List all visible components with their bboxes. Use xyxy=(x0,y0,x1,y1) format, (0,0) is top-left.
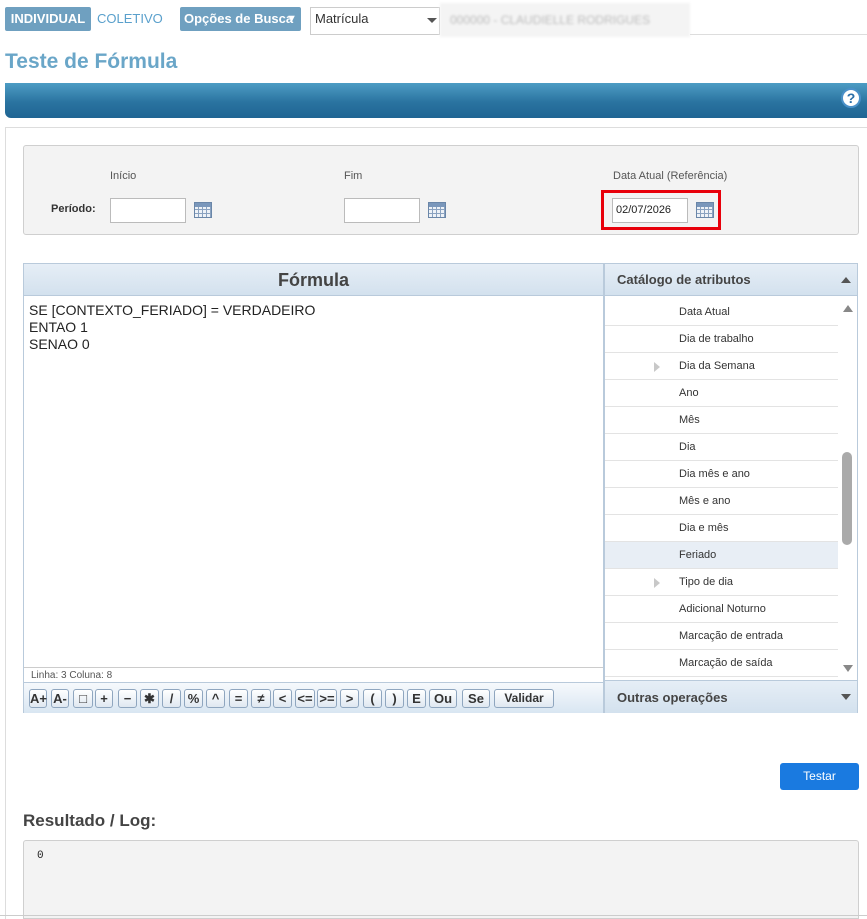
catalog-item[interactable]: Feriado xyxy=(605,542,838,569)
formula-panel: Fórmula SE [CONTEXTO_FERIADO] = VERDADEI… xyxy=(23,263,604,713)
catalog-item-label: Dia e mês xyxy=(679,522,729,534)
toolbar-button-2[interactable]: □ xyxy=(73,689,93,708)
calendar-icon[interactable] xyxy=(428,202,446,218)
search-options-label: Opções de Busca xyxy=(184,11,294,26)
toolbar-button-0[interactable]: A+ xyxy=(29,689,47,708)
catalog-item-label: Data Atual xyxy=(679,306,730,318)
catalog-item-label: Tipo de dia xyxy=(679,576,734,588)
toolbar-button-10[interactable]: ≠ xyxy=(251,689,271,708)
catalog-item[interactable]: Marcação de entrada xyxy=(605,623,838,650)
end-label: Fim xyxy=(344,170,363,182)
catalog-item-label: Marcação de saída xyxy=(679,657,773,669)
toolbar-button-4[interactable]: − xyxy=(118,689,137,708)
toolbar-button-16[interactable]: ) xyxy=(385,689,404,708)
attribute-list: Data Atual Dia de trabalho Dia da Semana An… xyxy=(605,299,838,679)
catalog-header[interactable]: Catálogo de atributos xyxy=(605,264,857,296)
page-title: Teste de Fórmula xyxy=(5,50,178,73)
other-operations-title: Outras operações xyxy=(617,690,728,705)
top-bar: INDIVIDUAL COLETIVO Opções de Busca ▼ Ma… xyxy=(0,0,867,40)
search-options-button[interactable]: Opções de Busca ▼ xyxy=(180,7,301,31)
result-log: 0 xyxy=(23,840,859,919)
expand-arrow-icon[interactable] xyxy=(654,578,660,588)
period-section: Início Fim Data Atual (Referência) Perío… xyxy=(23,145,859,235)
collapse-icon xyxy=(841,277,851,283)
start-label: Início xyxy=(110,170,137,182)
toolbar-button-19[interactable]: Se xyxy=(462,689,490,708)
catalog-item[interactable]: Adicional Noturno xyxy=(605,596,838,623)
formula-title: Fórmula xyxy=(24,264,603,296)
toolbar-button-14[interactable]: > xyxy=(340,689,359,708)
calendar-icon[interactable] xyxy=(194,202,212,218)
catalog-item-label: Dia xyxy=(679,441,696,453)
catalog-item-label: Ano xyxy=(679,387,699,399)
toolbar-button-9[interactable]: = xyxy=(229,689,248,708)
tab-coletivo[interactable]: COLETIVO xyxy=(97,7,165,31)
catalog-item[interactable]: Ano xyxy=(605,380,838,407)
catalog-item[interactable]: Dia de trabalho xyxy=(605,326,838,353)
scroll-up-icon[interactable] xyxy=(843,305,853,312)
test-button[interactable]: Testar xyxy=(780,763,859,790)
search-type-value: Matrícula xyxy=(315,11,369,26)
toolbar-button-20[interactable]: Validar xyxy=(494,689,554,708)
title-bar: ? xyxy=(5,83,867,118)
catalog-item[interactable]: Marcação de saída xyxy=(605,650,838,677)
toolbar-button-11[interactable]: < xyxy=(273,689,292,708)
catalog-item[interactable]: Mês xyxy=(605,407,838,434)
catalog-item[interactable]: Dia da Semana xyxy=(605,353,838,380)
catalog-panel: Catálogo de atributos Data Atual Dia de t… xyxy=(604,263,858,713)
catalog-item-label: Dia mês e ano xyxy=(679,468,750,480)
catalog-item-label: Feriado xyxy=(679,549,717,561)
scroll-down-icon[interactable] xyxy=(843,665,853,672)
catalog-item-label: Adicional Noturno xyxy=(679,603,766,615)
divider xyxy=(690,34,867,35)
scrollbar[interactable] xyxy=(839,299,857,679)
toolbar-button-7[interactable]: % xyxy=(184,689,203,708)
highlight-box xyxy=(601,190,721,230)
other-operations-header[interactable]: Outras operações xyxy=(605,680,857,713)
chevron-down-icon: ▼ xyxy=(286,13,297,25)
toolbar-button-5[interactable]: ✱ xyxy=(140,689,159,708)
toolbar-button-6[interactable]: / xyxy=(162,689,181,708)
formula-toolbar: A+ A- □ + − ✱ /% ^ = ≠ < <= >= >() E Ou Se Validar xyxy=(24,682,603,713)
end-date-input[interactable] xyxy=(344,198,420,223)
toolbar-button-17[interactable]: E xyxy=(407,689,426,708)
catalog-item[interactable]: Tipo de dia xyxy=(605,569,838,596)
toolbar-button-18[interactable]: Ou xyxy=(429,689,457,708)
catalog-item-label: Mês e ano xyxy=(679,495,731,507)
period-label: Período: xyxy=(51,203,96,215)
help-icon[interactable]: ? xyxy=(841,88,861,108)
toolbar-button-1[interactable]: A- xyxy=(51,689,69,708)
expand-arrow-icon[interactable] xyxy=(654,362,660,372)
cursor-status: Linha: 3 Coluna: 8 xyxy=(24,667,603,682)
catalog-item[interactable]: Dia xyxy=(605,434,838,461)
reference-date-label: Data Atual (Referência) xyxy=(613,170,728,182)
toolbar-button-8[interactable]: ^ xyxy=(206,689,225,708)
toolbar-button-13[interactable]: >= xyxy=(317,689,337,708)
catalog-item-label: Marcação de entrada xyxy=(679,630,783,642)
tab-individual[interactable]: INDIVIDUAL xyxy=(5,7,91,31)
search-type-select[interactable]: Matrícula xyxy=(310,7,440,35)
toolbar-button-15[interactable]: ( xyxy=(363,689,382,708)
catalog-item-label: Dia da Semana xyxy=(679,360,755,372)
toolbar-button-12[interactable]: <= xyxy=(295,689,315,708)
formula-editor[interactable]: SE [CONTEXTO_FERIADO] = VERDADEIRO ENTAO… xyxy=(29,302,315,353)
start-date-input[interactable] xyxy=(110,198,186,223)
divider xyxy=(5,127,867,128)
catalog-item-label: Mês xyxy=(679,414,700,426)
dropdown-arrow-icon xyxy=(427,18,437,23)
catalog-item[interactable]: Dia e mês xyxy=(605,515,838,542)
catalog-title: Catálogo de atributos xyxy=(617,272,751,287)
catalog-item[interactable]: Mês e ano xyxy=(605,488,838,515)
divider xyxy=(0,915,867,916)
catalog-item[interactable]: Data Atual xyxy=(605,299,838,326)
expand-icon xyxy=(841,694,851,700)
catalog-item-label: Dia de trabalho xyxy=(679,333,754,345)
divider xyxy=(5,127,6,919)
catalog-item[interactable]: Dia mês e ano xyxy=(605,461,838,488)
employee-name-field[interactable]: 000000 - CLAUDIELLE RODRIGUES xyxy=(440,3,690,37)
toolbar-button-3[interactable]: + xyxy=(95,689,113,708)
result-title: Resultado / Log: xyxy=(23,811,157,830)
scroll-thumb[interactable] xyxy=(842,452,852,545)
